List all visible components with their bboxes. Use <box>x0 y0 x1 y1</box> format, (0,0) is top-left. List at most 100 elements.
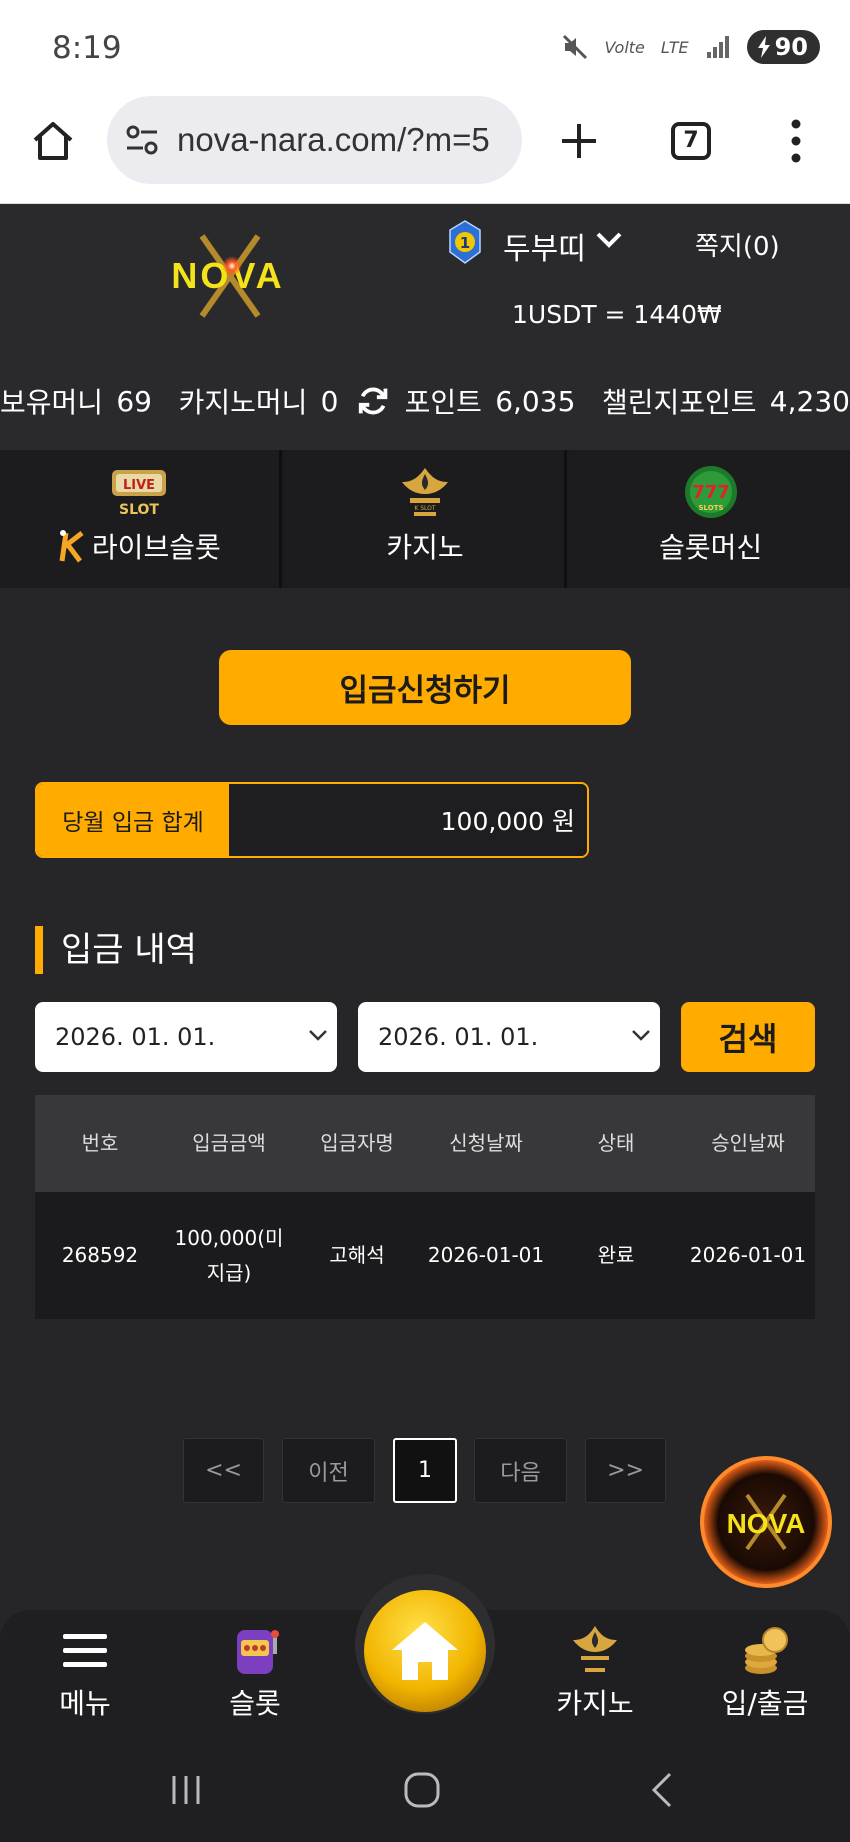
deposit-request-button[interactable]: 입금신청하기 <box>219 650 631 725</box>
system-nav-bar <box>0 1734 850 1842</box>
challenge-points-label: 챌린지포인트 <box>601 386 757 419</box>
tabs-icon[interactable]: 7 <box>671 122 711 160</box>
home-button[interactable] <box>362 1588 488 1714</box>
url-bar[interactable]: nova-nara.com/?m=5 <box>107 96 522 184</box>
points-value: 6,035 <box>495 384 576 418</box>
casino-icon: K SLOT <box>402 468 448 516</box>
slot-machine-icon <box>237 1630 279 1674</box>
user-level: 1 <box>460 234 470 252</box>
floating-logo-text: NOVA <box>727 1508 806 1539</box>
battery-charging-icon: 90 <box>746 30 820 64</box>
volte-icon: Volte <box>604 37 645 57</box>
new-tab-icon[interactable] <box>556 118 602 164</box>
casino-icon <box>573 1626 617 1672</box>
refresh-icon[interactable] <box>356 383 390 419</box>
chevron-down-icon[interactable] <box>594 228 624 252</box>
svg-text:LIVE: LIVE <box>123 478 155 493</box>
svg-text:SLOTS: SLOTS <box>698 504 723 512</box>
mute-icon <box>562 34 587 60</box>
category-label: 슬롯머신 <box>659 531 763 564</box>
table-cell: 고해석 <box>329 1243 385 1267</box>
column-header: 입금자명 <box>320 1131 394 1155</box>
system-home-icon[interactable] <box>402 1770 442 1810</box>
site-settings-icon[interactable] <box>123 120 163 160</box>
date-from-select[interactable]: 2026. 01. 01. <box>35 1002 337 1072</box>
status-time: 8:19 <box>52 30 122 66</box>
svg-text:777: 777 <box>692 482 730 503</box>
balance-row: 보유머니 69 카지노머니 0 포인트 6,035 챌린지포인트 4,230 <box>0 376 850 426</box>
table-cell: 2026-01-01 <box>427 1243 545 1267</box>
monthly-deposit-total: 당월 입금 합계 100,000 원 <box>35 782 589 858</box>
browser-toolbar: nova-nara.com/?m=5 7 <box>0 96 850 204</box>
table-cell: 2026-01-01 <box>689 1243 807 1267</box>
bolt-icon <box>757 36 770 58</box>
date-to-select[interactable]: 2026. 01. 01. <box>358 1002 660 1072</box>
exchange-rate: 1USDT = 1440₩ <box>512 300 722 329</box>
table-cell: 완료 <box>597 1243 635 1267</box>
nav-label: 입/출금 <box>721 1687 809 1720</box>
casino-money-value: 0 <box>320 384 339 418</box>
live-slot-icon: LIVE SLOT <box>112 470 167 518</box>
next-page-button[interactable]: 다음 <box>474 1438 567 1503</box>
points-label: 포인트 <box>404 386 482 419</box>
volte-label: Vo <box>604 37 625 57</box>
recent-apps-icon[interactable] <box>166 1770 206 1810</box>
section-title: 입금 내역 <box>35 926 197 974</box>
lte-icon: LTE <box>660 37 689 57</box>
held-money-label: 보유머니 <box>0 386 104 419</box>
held-money-value: 69 <box>116 384 152 418</box>
nav-label: 슬롯 <box>229 1687 281 1720</box>
challenge-points-value: 4,230 <box>769 384 850 418</box>
table-row: 268592 100,000(미지급) 고해석 2026-01-01 완료 20… <box>35 1192 815 1319</box>
monthly-total-label: 당월 입금 합계 <box>37 784 229 856</box>
messages-link[interactable]: 쪽지(0) <box>695 226 780 263</box>
chevron-down-icon <box>309 1030 327 1041</box>
nav-label: 카지노 <box>556 1687 634 1720</box>
monthly-total-value: 100,000 원 <box>229 784 587 856</box>
column-header: 신청날짜 <box>449 1131 523 1155</box>
nav-casino[interactable]: 카지노 <box>525 1610 665 1734</box>
column-header: 승인날짜 <box>711 1131 785 1155</box>
column-header: 입금금액 <box>192 1131 266 1155</box>
back-icon[interactable] <box>642 1770 682 1810</box>
chevron-down-icon <box>632 1030 650 1041</box>
svg-text:SLOT: SLOT <box>119 502 159 518</box>
status-bar: 8:19 Volte LTE 90 <box>0 0 850 96</box>
battery-level: 90 <box>774 33 808 61</box>
date-to-value: 2026. 01. 01. <box>378 1023 539 1051</box>
table-cell: 100,000(미지급) <box>174 1225 284 1285</box>
menu-icon <box>63 1634 107 1667</box>
home-icon[interactable] <box>30 118 76 164</box>
slot-machine-icon: 777 SLOTS <box>684 466 737 518</box>
signal-icon <box>706 36 729 58</box>
category-live-slot[interactable]: LIVE SLOT 라이브슬롯 <box>0 450 282 588</box>
current-page-button[interactable]: 1 <box>393 1438 457 1503</box>
column-header: 상태 <box>597 1131 635 1155</box>
username[interactable]: 두부띠 <box>503 224 586 268</box>
nav-deposit-withdraw[interactable]: 입/출금 <box>695 1610 835 1734</box>
category-label: 카지노 <box>386 531 464 564</box>
nova-logo[interactable]: NOVA <box>140 226 320 326</box>
nav-menu[interactable]: 메뉴 <box>15 1610 155 1734</box>
column-header: 번호 <box>81 1131 119 1155</box>
level-badge-icon: 1 <box>449 220 481 264</box>
floating-nova-button[interactable]: NOVA <box>699 1455 833 1589</box>
category-casino[interactable]: K SLOT 카지노 <box>285 450 568 588</box>
nav-slot[interactable]: 슬롯 <box>185 1610 325 1734</box>
casino-money-label: 카지노머니 <box>178 386 308 419</box>
status-icons: Volte LTE 90 <box>561 30 820 64</box>
table-cell: 268592 <box>61 1243 139 1267</box>
coins-icon <box>745 1627 788 1674</box>
table-header: 번호 입금금액 입금자명 신청날짜 상태 승인날짜 <box>35 1095 815 1192</box>
more-options-icon[interactable] <box>784 116 808 166</box>
k-brand-icon <box>59 530 84 563</box>
category-slot-machine[interactable]: 777 SLOTS 슬롯머신 <box>571 450 850 588</box>
url-text: nova-nara.com/?m=5 <box>177 121 490 158</box>
prev-page-button[interactable]: 이전 <box>282 1438 375 1503</box>
svg-text:K SLOT: K SLOT <box>414 505 436 512</box>
search-button[interactable]: 검색 <box>681 1002 815 1072</box>
date-from-value: 2026. 01. 01. <box>55 1023 216 1051</box>
last-page-button[interactable]: >> <box>585 1438 666 1503</box>
first-page-button[interactable]: << <box>183 1438 264 1503</box>
category-nav: LIVE SLOT 라이브슬롯 K SLOT 카지노 777 SLOTS 슬롯머… <box>0 450 850 588</box>
